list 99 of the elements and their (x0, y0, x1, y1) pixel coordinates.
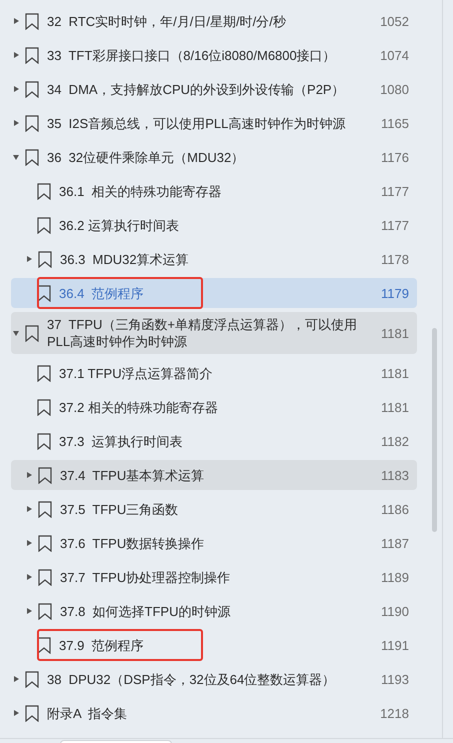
bookmark-title: 37.7 TFPU协处理器控制操作 (60, 568, 232, 586)
bookmark-icon (37, 284, 51, 302)
bookmark-title: 36.2 运算执行时间表 (59, 216, 180, 234)
bookmark-item[interactable]: 37.6 TFPU数据转换操作 1187 (11, 528, 417, 558)
expand-arrow-icon[interactable] (27, 608, 32, 614)
page-number: 1187 (381, 536, 409, 550)
bookmark-title: 36.1 相关的特殊功能寄存器 (59, 182, 223, 200)
bookmark-icon (25, 324, 39, 342)
bookmark-item[interactable]: 37.8 如何选择TFPU的时钟源 1190 (11, 596, 417, 626)
collapse-arrow-icon[interactable] (13, 330, 19, 336)
expand-arrow-icon[interactable] (14, 52, 19, 58)
bookmark-item[interactable]: 37.1 TFPU浮点运算器简介 1181 (11, 358, 417, 388)
bookmark-icon (38, 534, 52, 552)
bookmark-title: 37.1 TFPU浮点运算器简介 (59, 364, 214, 382)
page-number: 1189 (381, 570, 409, 584)
bookmark-title: 37.6 TFPU数据转换操作 (60, 534, 206, 552)
bookmark-title: 36 32位硬件乘除单元（MDU32） (47, 148, 246, 166)
page-number: 1186 (381, 502, 409, 516)
bookmark-title: 37.4 TFPU基本算术运算 (60, 466, 206, 484)
bookmark-item[interactable]: 34 DMA，支持解放CPU的外设到外设传输（P2P） 1080 (11, 74, 417, 104)
expand-arrow-icon[interactable] (14, 86, 19, 92)
bookmark-title: 33 TFT彩屏接口接口（8/16位i8080/M6800接口） (47, 46, 337, 64)
bookmark-icon (25, 114, 39, 132)
page-number: 1179 (381, 286, 409, 300)
bookmark-item[interactable]: 37.4 TFPU基本算术运算 1183 (11, 460, 417, 490)
bookmark-title: 37.8 如何选择TFPU的时钟源 (60, 602, 232, 620)
bookmark-title: 37.2 相关的特殊功能寄存器 (59, 398, 219, 416)
scrollbar-thumb[interactable] (432, 328, 438, 532)
bookmark-item[interactable]: 37.9 范例程序 1191 (11, 630, 417, 660)
page-number: 1182 (381, 434, 409, 448)
bookmark-title: 附录A 指令集 (47, 704, 128, 722)
bookmark-icon (25, 46, 39, 64)
bookmark-icon (38, 602, 52, 620)
page-number: 1165 (381, 116, 409, 130)
bookmark-icon (25, 670, 39, 688)
expand-arrow-icon[interactable] (14, 120, 19, 126)
expand-arrow-icon[interactable] (27, 256, 32, 262)
bookmark-icon (25, 704, 39, 722)
expand-arrow-icon[interactable] (27, 506, 32, 512)
expand-arrow-icon[interactable] (27, 574, 32, 580)
bookmark-icon (38, 466, 52, 484)
bookmark-title: 38 DPU32（DSP指令，32位及64位整数运算器） (47, 670, 336, 688)
page-number: 1183 (381, 468, 409, 482)
bookmark-title: 37.5 TFPU三角函数 (60, 500, 180, 518)
bookmark-title: 34 DMA，支持解放CPU的外设到外设传输（P2P） (47, 80, 346, 98)
bookmark-icon (38, 500, 52, 518)
page-number: 1176 (381, 150, 409, 164)
bookmark-icon (25, 80, 39, 98)
expand-arrow-icon[interactable] (27, 472, 32, 478)
bookmark-icon (37, 182, 51, 200)
bookmark-item[interactable]: 36.2 运算执行时间表 1177 (11, 210, 417, 240)
page-number: 1178 (381, 252, 409, 266)
expand-arrow-icon[interactable] (14, 18, 19, 24)
bookmark-item[interactable]: 38 DPU32（DSP指令，32位及64位整数运算器） 1193 (11, 664, 417, 694)
page-number: 1181 (381, 366, 409, 380)
bookmark-icon (38, 568, 52, 586)
page-number: 1218 (380, 706, 409, 720)
page-number: 1193 (381, 672, 409, 686)
bookmark-item[interactable]: 33 TFT彩屏接口接口（8/16位i8080/M6800接口） 1074 (11, 40, 417, 70)
bookmark-icon (25, 12, 39, 30)
bookmark-item[interactable]: 37.7 TFPU协处理器控制操作 1189 (11, 562, 417, 592)
collapse-arrow-icon[interactable] (13, 154, 19, 160)
page-number: 1074 (380, 48, 409, 62)
bookmark-item[interactable]: 附录A 指令集 1218 (11, 698, 417, 728)
page-number: 1191 (381, 638, 409, 652)
page-number: 1181 (381, 326, 409, 340)
bookmark-item[interactable]: 37.2 相关的特殊功能寄存器 1181 (11, 392, 417, 422)
bookmark-icon (37, 364, 51, 382)
bookmark-icon (25, 148, 39, 166)
bookmark-icon (38, 250, 52, 268)
bookmark-title: 37 TFPU（三角函数+单精度浮点运算器），可以使用PLL高速时钟作为时钟源 (47, 316, 358, 350)
expand-arrow-icon[interactable] (27, 540, 32, 546)
bookmark-title: 35 I2S音频总线，可以使用PLL高速时钟作为时钟源 (47, 114, 346, 132)
bookmark-item[interactable]: 36.3 MDU32算术运算 1178 (11, 244, 417, 274)
bookmark-title: 36.3 MDU32算术运算 (60, 250, 190, 268)
expand-arrow-icon[interactable] (14, 676, 19, 682)
bookmark-item[interactable]: 32 RTC实时时钟，年/月/日/星期/时/分/秒 1052 (11, 6, 417, 36)
page-number: 1177 (381, 184, 409, 198)
page-number: 1181 (381, 400, 409, 414)
bookmark-icon (37, 398, 51, 416)
bookmark-item[interactable]: 37 TFPU（三角函数+单精度浮点运算器），可以使用PLL高速时钟作为时钟源 1181 (11, 312, 417, 354)
bookmark-title: 36.4 范例程序 (59, 284, 145, 302)
page-number: 1190 (381, 604, 409, 618)
bookmark-item[interactable]: 36 32位硬件乘除单元（MDU32） 1176 (11, 142, 417, 172)
bookmark-icon (37, 432, 51, 450)
bookmark-title: 32 RTC实时时钟，年/月/日/星期/时/分/秒 (47, 12, 287, 30)
page-number: 1177 (381, 218, 409, 232)
page-number: 1080 (380, 82, 409, 96)
page-number: 1052 (380, 14, 409, 28)
bookmark-title: 37.9 范例程序 (59, 636, 145, 654)
bookmark-item[interactable]: 37.3 运算执行时间表 1182 (11, 426, 417, 456)
bookmark-item[interactable]: 37.5 TFPU三角函数 1186 (11, 494, 417, 524)
bookmark-item[interactable]: 35 I2S音频总线，可以使用PLL高速时钟作为时钟源 1165 (11, 108, 417, 138)
bookmark-item[interactable]: 36.1 相关的特殊功能寄存器 1177 (11, 176, 417, 206)
expand-arrow-icon[interactable] (14, 710, 19, 716)
bookmark-icon (37, 636, 51, 654)
bookmark-title: 37.3 运算执行时间表 (59, 432, 184, 450)
bookmark-icon (37, 216, 51, 234)
bookmark-item[interactable]: 36.4 范例程序 1179 (11, 278, 417, 308)
